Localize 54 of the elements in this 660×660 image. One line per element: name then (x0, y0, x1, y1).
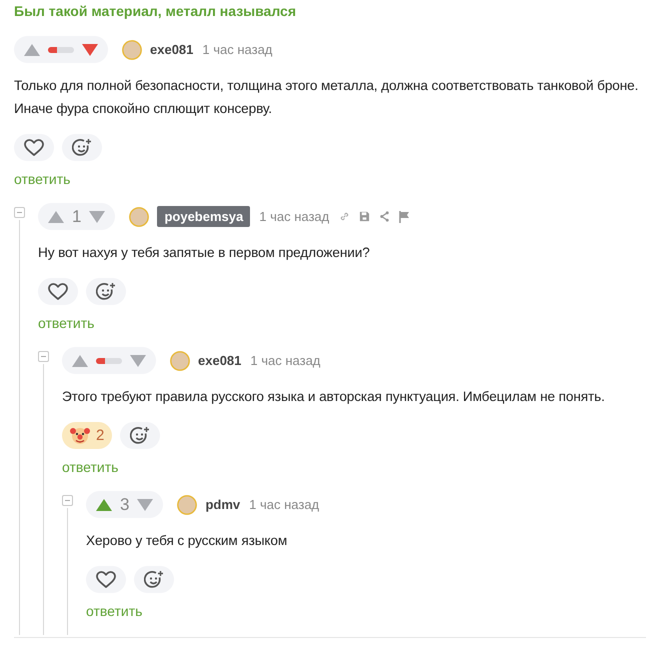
avatar-icon[interactable] (129, 206, 150, 226)
add-reaction-button[interactable] (120, 422, 160, 449)
upvote-icon[interactable] (48, 210, 64, 224)
comment-time: 1 час назад (202, 42, 272, 57)
heart-icon (24, 138, 44, 156)
rating-count: 3 (120, 494, 130, 514)
avatar-icon[interactable] (122, 40, 142, 60)
upvote-icon[interactable] (24, 42, 40, 56)
comment-text: Этого требуют правила русского языка и авторская пунктуация. Имбецилам не понять. (62, 388, 606, 406)
smiley-plus-icon (72, 138, 92, 158)
comment-time: 1 час назад (259, 209, 330, 224)
link-icon[interactable] (339, 211, 350, 222)
collapse-button[interactable] (38, 351, 49, 362)
post-title[interactable]: Был такой материал, металл назывался (14, 0, 646, 19)
reply-link[interactable]: ответить (86, 603, 142, 619)
heart-icon (96, 570, 116, 588)
flag-icon[interactable] (399, 210, 410, 222)
comment-time: 1 час назад (250, 353, 320, 368)
smiley-plus-icon (130, 426, 150, 446)
comment-text: Ну вот нахуя у тебя запятые в первом предложении? (38, 244, 371, 262)
add-reaction-button[interactable] (86, 278, 126, 305)
author-name[interactable]: exe081 (150, 42, 194, 57)
comment-text: Херово у тебя с русским языком (86, 532, 288, 550)
author-name[interactable]: poyebemsya (157, 206, 250, 227)
like-button[interactable] (14, 134, 54, 161)
add-reaction-button[interactable] (62, 134, 102, 161)
comment-text: Только для полной безопасности, толщина этого металла, должна соответствовать танковой броне. Иначе фура спокойно сплющит консерву. (14, 77, 640, 118)
author-name[interactable]: exe081 (198, 353, 242, 368)
reply-link[interactable]: ответить (62, 459, 118, 475)
avatar-icon[interactable] (177, 494, 198, 514)
downvote-icon[interactable] (130, 354, 146, 368)
upvote-icon[interactable] (72, 354, 88, 368)
smiley-plus-icon (96, 282, 116, 302)
smiley-plus-icon (144, 570, 164, 590)
reply-link[interactable]: ответить (38, 315, 94, 331)
avatar-icon[interactable] (170, 350, 190, 370)
collapse-button[interactable] (14, 207, 25, 218)
reply-link[interactable]: ответить (14, 171, 70, 187)
comment-time: 1 час назад (249, 497, 320, 512)
like-button[interactable] (38, 278, 78, 305)
downvote-icon[interactable] (89, 210, 106, 224)
downvote-icon[interactable] (82, 42, 98, 56)
collapse-button[interactable] (62, 495, 73, 506)
clown-icon (70, 426, 90, 446)
downvote-icon[interactable] (137, 498, 154, 512)
rating-count: 1 (72, 206, 82, 226)
reaction-button[interactable]: 2 (62, 422, 112, 449)
add-reaction-button[interactable] (134, 566, 174, 593)
heart-icon (48, 282, 68, 300)
author-name[interactable]: pdmv (205, 497, 240, 512)
share-icon[interactable] (379, 211, 390, 222)
like-button[interactable] (86, 566, 126, 593)
save-icon[interactable] (359, 211, 370, 222)
upvote-icon[interactable] (96, 498, 112, 512)
